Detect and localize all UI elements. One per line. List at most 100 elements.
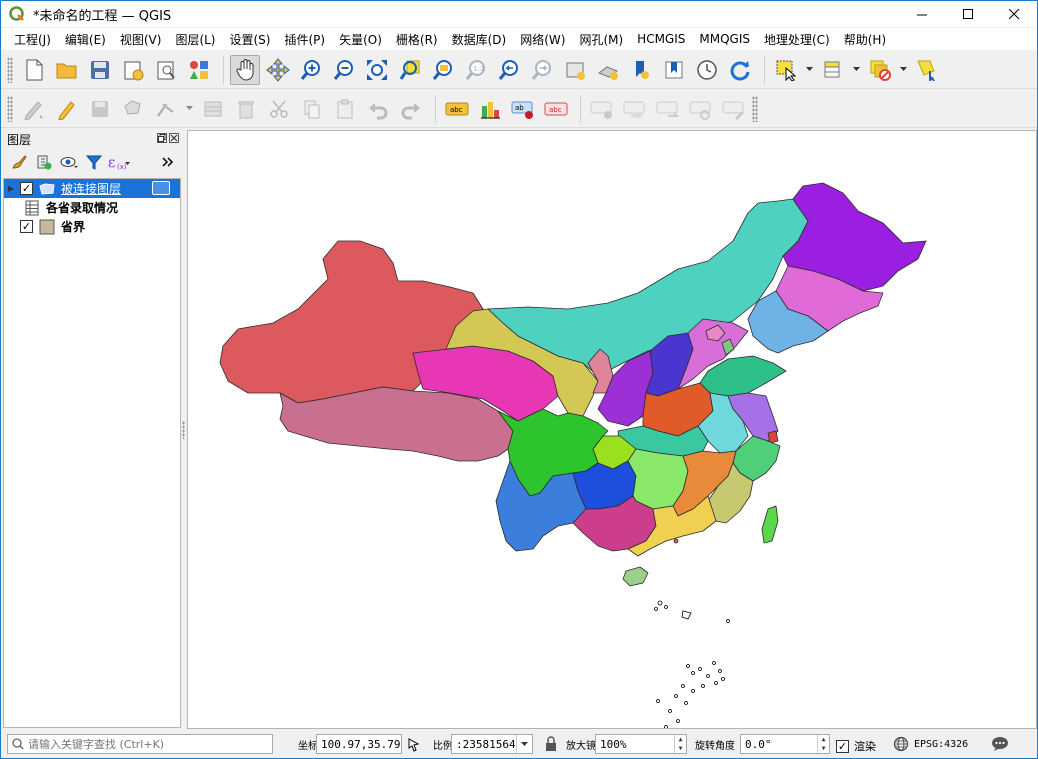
zoom-last-button[interactable] <box>494 55 524 85</box>
vertex-tool-button[interactable] <box>151 94 181 124</box>
zoom-native-resolution-button[interactable]: 1:1 <box>461 55 491 85</box>
style-manager-button[interactable] <box>184 55 214 85</box>
manage-map-themes-button[interactable] <box>57 150 81 174</box>
refresh-button[interactable] <box>725 55 755 85</box>
show-hide-labels-button[interactable]: abc <box>541 94 571 124</box>
menu-processing[interactable]: 地理处理(C) <box>757 31 837 48</box>
select-by-value-button[interactable] <box>818 55 848 85</box>
menu-plugins[interactable]: 插件(P) <box>277 31 332 48</box>
zoom-to-layer-button[interactable] <box>428 55 458 85</box>
copy-features-button[interactable] <box>297 94 327 124</box>
menu-hcmgis[interactable]: HCMGIS <box>630 32 692 46</box>
select-features-button[interactable] <box>771 55 801 85</box>
menu-layer[interactable]: 图层(L) <box>168 31 222 48</box>
save-project-button[interactable] <box>85 55 115 85</box>
menu-database[interactable]: 数据库(D) <box>445 31 514 48</box>
zoom-next-button[interactable] <box>527 55 557 85</box>
modify-attributes-button[interactable] <box>198 94 228 124</box>
menu-edit[interactable]: 编辑(E) <box>58 31 113 48</box>
open-layer-styling-button[interactable] <box>7 150 31 174</box>
menu-mesh[interactable]: 网孔(M) <box>572 31 630 48</box>
layer-name[interactable]: 被连接图层 <box>61 180 121 197</box>
pan-to-selection-button[interactable] <box>263 55 293 85</box>
select-features-dropdown[interactable] <box>804 67 814 72</box>
filter-legend-button[interactable] <box>82 150 106 174</box>
layout-manager-button[interactable] <box>151 55 181 85</box>
panel-splitter[interactable] <box>182 421 185 439</box>
layer-row-joined[interactable]: ▶ ✓ 被连接图层 <box>4 179 180 198</box>
redo-button[interactable] <box>396 94 426 124</box>
add-group-button[interactable] <box>32 150 56 174</box>
coordinate-field[interactable]: 100.97,35.79 <box>316 734 402 754</box>
locator-input[interactable] <box>28 737 258 751</box>
close-panel-button[interactable] <box>169 133 179 143</box>
layer-row-admissions[interactable]: 各省录取情况 <box>4 198 180 217</box>
toolbar-grip[interactable] <box>7 56 13 83</box>
filter-by-expression-button[interactable]: ε (x) <box>107 150 131 174</box>
scale-combobox[interactable]: :23581564 <box>451 734 533 754</box>
zoom-in-button[interactable] <box>296 55 326 85</box>
layer-visibility-checkbox[interactable]: ✓ <box>20 182 33 195</box>
new-map-view-button[interactable] <box>560 55 590 85</box>
layer-diagram-options-button[interactable] <box>475 94 505 124</box>
pan-map-button[interactable] <box>230 54 260 85</box>
vertex-tool-dropdown[interactable] <box>184 106 194 111</box>
current-edits-button[interactable] <box>19 94 49 124</box>
menu-mmqgis[interactable]: MMQGIS <box>692 32 757 46</box>
menu-web[interactable]: 网络(W) <box>513 31 572 48</box>
menu-help[interactable]: 帮助(H) <box>837 31 893 48</box>
new-bookmark-button[interactable] <box>626 55 656 85</box>
locator-search-box[interactable] <box>7 734 273 754</box>
toolbar-grip[interactable] <box>7 95 13 122</box>
delete-selected-button[interactable] <box>231 94 261 124</box>
show-bookmarks-button[interactable] <box>659 55 689 85</box>
layer-name[interactable]: 各省录取情况 <box>46 199 118 216</box>
map-canvas[interactable] <box>187 130 1037 729</box>
zoom-out-button[interactable] <box>329 55 359 85</box>
open-project-button[interactable] <box>52 55 82 85</box>
magnifier-spinbox[interactable]: 100% ▲ ▼ <box>595 734 687 754</box>
save-edits-button[interactable] <box>85 94 115 124</box>
close-button[interactable] <box>991 1 1037 27</box>
rotation-spinbox[interactable]: 0.0° ▲ ▼ <box>740 734 830 754</box>
more-tools-button[interactable] <box>156 150 180 174</box>
paste-features-button[interactable] <box>330 94 360 124</box>
move-label-button[interactable] <box>587 94 617 124</box>
label-properties-button[interactable] <box>719 94 749 124</box>
digitize-with-segment-button[interactable] <box>118 94 148 124</box>
china-provinces-map[interactable] <box>188 131 1037 729</box>
layer-indicator-icon[interactable] <box>152 181 170 195</box>
menu-vector[interactable]: 矢量(O) <box>332 31 389 48</box>
rotate-label-button[interactable] <box>653 94 683 124</box>
render-checkbox[interactable]: ✓ <box>836 739 849 753</box>
new-print-layout-button[interactable] <box>118 55 148 85</box>
render-toggle[interactable]: ✓ 渲染 <box>836 738 876 754</box>
cut-features-button[interactable] <box>264 94 294 124</box>
crs-button[interactable]: EPSG:4326 <box>893 736 968 752</box>
zoom-to-selection-button[interactable] <box>395 55 425 85</box>
menu-view[interactable]: 视图(V) <box>113 31 169 48</box>
deselect-dropdown[interactable] <box>898 67 908 72</box>
layer-visibility-checkbox[interactable]: ✓ <box>20 220 33 233</box>
new-project-button[interactable] <box>19 55 49 85</box>
minimize-button[interactable] <box>899 1 945 27</box>
undo-button[interactable] <box>363 94 393 124</box>
magnifier-spin-arrows[interactable]: ▲ ▼ <box>674 735 686 753</box>
identify-features-button[interactable] <box>912 55 942 85</box>
maximize-button[interactable] <box>945 1 991 27</box>
rotation-spin-arrows[interactable]: ▲ ▼ <box>817 735 829 753</box>
menu-raster[interactable]: 栅格(R) <box>389 31 445 48</box>
toggle-editing-button[interactable] <box>52 94 82 124</box>
lock-scale-button[interactable] <box>544 736 558 755</box>
highlight-pinned-labels-button[interactable]: ab <box>508 94 538 124</box>
layer-name[interactable]: 省界 <box>61 218 85 235</box>
layer-row-province-borders[interactable]: ✓ 省界 <box>4 217 180 236</box>
toggle-extent-button[interactable] <box>406 736 422 755</box>
scale-dropdown[interactable] <box>516 735 532 753</box>
toolbar-grip[interactable] <box>752 95 758 122</box>
layer-labeling-options-button[interactable]: abc <box>442 94 472 124</box>
select-by-value-dropdown[interactable] <box>851 67 861 72</box>
deselect-all-button[interactable] <box>865 55 895 85</box>
zoom-full-button[interactable] <box>362 55 392 85</box>
show-hide-label-button[interactable] <box>620 94 650 124</box>
